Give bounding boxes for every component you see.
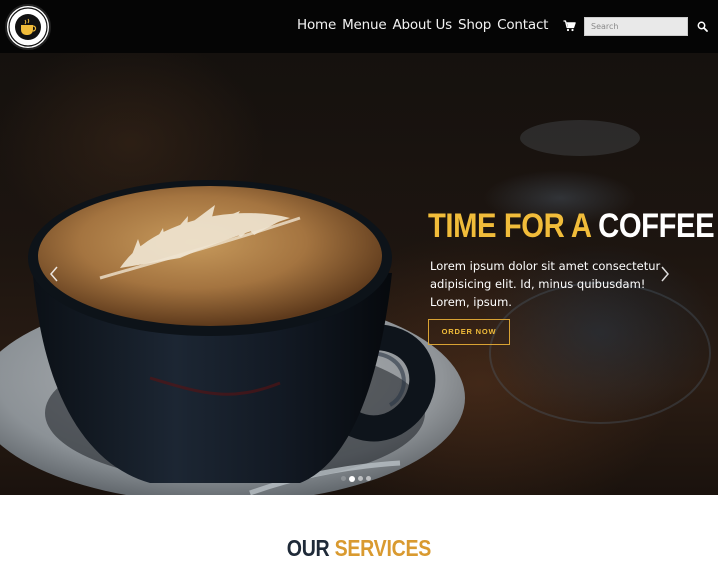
brand-logo[interactable] xyxy=(5,4,51,50)
hero-title-part1: TIME FOR A xyxy=(428,207,591,245)
carousel-dot-active[interactable] xyxy=(349,475,355,482)
navbar: Home Menue About Us Shop Contact xyxy=(0,0,718,53)
hero-carousel: TIME FOR A COFFEE Lorem ipsum dolor sit … xyxy=(0,53,718,495)
nav-contact[interactable]: Contact xyxy=(497,17,548,33)
nav-menu[interactable]: Menue xyxy=(342,17,387,33)
cart-icon[interactable] xyxy=(563,20,576,32)
carousel-dot[interactable] xyxy=(341,476,346,481)
hero-title: TIME FOR A COFFEE xyxy=(428,207,715,246)
nav-shop[interactable]: Shop xyxy=(458,17,491,33)
coffee-cup-logo-icon xyxy=(8,7,48,47)
nav-about-us[interactable]: About Us xyxy=(392,17,452,33)
order-now-button[interactable]: ORDER NOW xyxy=(428,319,510,345)
search-input[interactable] xyxy=(584,17,688,36)
hero-description: Lorem ipsum dolor sit amet consectetur a… xyxy=(430,259,661,309)
services-heading-part1: OUR xyxy=(286,535,330,561)
carousel-dot[interactable] xyxy=(366,476,371,481)
carousel-dot[interactable] xyxy=(358,476,363,481)
nav-home[interactable]: Home xyxy=(297,17,336,33)
carousel-indicators xyxy=(341,475,371,482)
main-nav: Home Menue About Us Shop Contact xyxy=(297,17,554,33)
services-heading: OUR SERVICES xyxy=(0,535,718,562)
hero-title-part2: COFFEE xyxy=(598,207,715,245)
services-heading-part2: SERVICES xyxy=(334,535,432,561)
chevron-right-icon[interactable] xyxy=(658,264,672,284)
chevron-left-icon[interactable] xyxy=(47,264,61,284)
search-icon[interactable] xyxy=(697,21,708,32)
